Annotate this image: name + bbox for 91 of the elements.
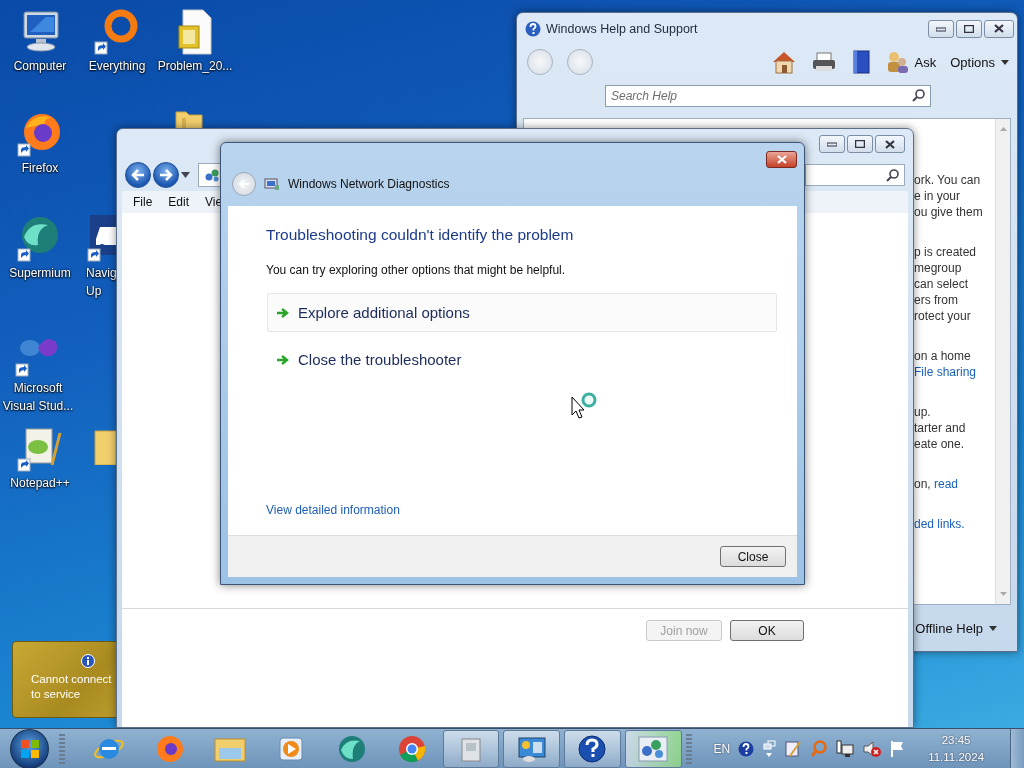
show-desktop-button[interactable] [1010,728,1024,768]
caret-icon [1001,59,1009,65]
busy-cursor-icon [571,390,599,420]
help-text: can select [914,276,970,292]
help-icon[interactable] [738,740,755,757]
close-button[interactable] [875,135,905,153]
details-link[interactable]: View detailed information [266,503,400,517]
four-squares-icon [19,738,40,759]
icon-label: Microsoft [13,381,63,396]
option-link[interactable]: Close the troubleshooter [267,340,777,379]
network-monitor-icon[interactable] [836,739,855,758]
options-menu[interactable]: Options [950,54,1009,70]
close-icon [776,155,787,164]
search-icon[interactable] [912,89,925,102]
minimize-icon [827,141,837,147]
help-icon [525,20,541,37]
windows-stack-icon[interactable] [762,739,777,758]
help-text: up. [914,404,932,420]
caret-icon [989,625,997,631]
help-text: e in your [914,188,962,204]
back-button[interactable] [125,162,151,188]
screen-icon [516,734,547,763]
left-arrow-icon [131,169,145,181]
start-button[interactable] [10,728,50,768]
close-dialog-button[interactable]: Close [720,546,786,567]
right-arrow-icon [159,169,173,181]
icon-label: Notepad++ [10,476,70,491]
ask-button[interactable]: Ask [884,50,937,74]
help-text: eate one. [914,436,966,452]
maximize-icon [964,24,974,33]
car-icon [86,215,116,263]
menu-item[interactable]: Edit [163,193,195,211]
menu-item[interactable]: File [128,193,158,211]
network-icon [204,168,220,182]
help-text: ers from [914,292,959,308]
help-text: on, read [914,476,960,492]
book-icon[interactable] [850,50,871,74]
dropdown-icon[interactable] [181,172,190,178]
icon-label: Supermium [9,266,71,281]
offline-help-menu[interactable]: Offline Help [915,620,997,636]
icon-label: Computer [13,59,67,74]
question-icon [577,733,608,764]
maximize-button[interactable] [847,135,873,153]
help-text: megroup [914,260,963,276]
arrow-icon [276,306,290,319]
notification-text: to service [31,687,81,702]
installer-button[interactable] [442,729,500,768]
help-text: ou give them [914,204,984,220]
arrow-icon [276,353,290,366]
maximize-icon [855,140,865,148]
close-icon [885,139,895,149]
network-monitor-icon [264,176,280,191]
icon-label: Everything [88,59,146,74]
help-button[interactable] [564,729,621,768]
search-field[interactable] [805,164,905,186]
notepad-icon [16,425,64,473]
network-icon [638,735,669,762]
close-button[interactable] [984,19,1014,38]
icon-label: Firefox [21,161,59,176]
forward-button[interactable] [153,162,179,188]
help-text: rotect your [914,308,972,324]
icon-label: Navig [86,266,117,281]
search-icon[interactable] [886,168,899,182]
window-title: Windows Help and Support [546,21,699,36]
help-text: tarter and [914,420,967,436]
dialog-heading: Troubleshooting couldn't identify the problem [266,226,575,244]
help-text: ork. You can [914,172,982,188]
dialog-title: Windows Network Diagnostics [288,176,450,191]
icon-label: Problem_20... [157,59,233,74]
icon-label: Up [86,284,102,299]
minimize-icon [936,25,946,32]
printer-icon[interactable] [810,51,837,73]
help-text: on a home [914,348,972,364]
option-link[interactable]: Explore additional options [267,293,777,332]
search-field[interactable]: Search Help [605,85,931,107]
close-button[interactable] [766,151,797,168]
notepad-icon[interactable] [784,739,803,758]
control-panel-button[interactable] [503,729,561,768]
icon-label: Visual Stud... [2,399,74,414]
maximize-button[interactable] [956,19,982,38]
help-text: p is created [914,244,978,260]
info-icon [81,654,95,668]
help-text: File sharing [914,364,978,380]
notification-text: Cannot connect [31,672,112,687]
left-arrow-icon [238,178,250,189]
network-button[interactable] [624,729,682,768]
help-text: ded links. [914,516,966,532]
dialog-message: You can try exploring other options that might be helpful. [266,263,567,277]
muted-speaker-icon[interactable] [862,739,883,758]
ok-button[interactable]: OK [730,620,804,641]
close-icon [994,24,1004,33]
